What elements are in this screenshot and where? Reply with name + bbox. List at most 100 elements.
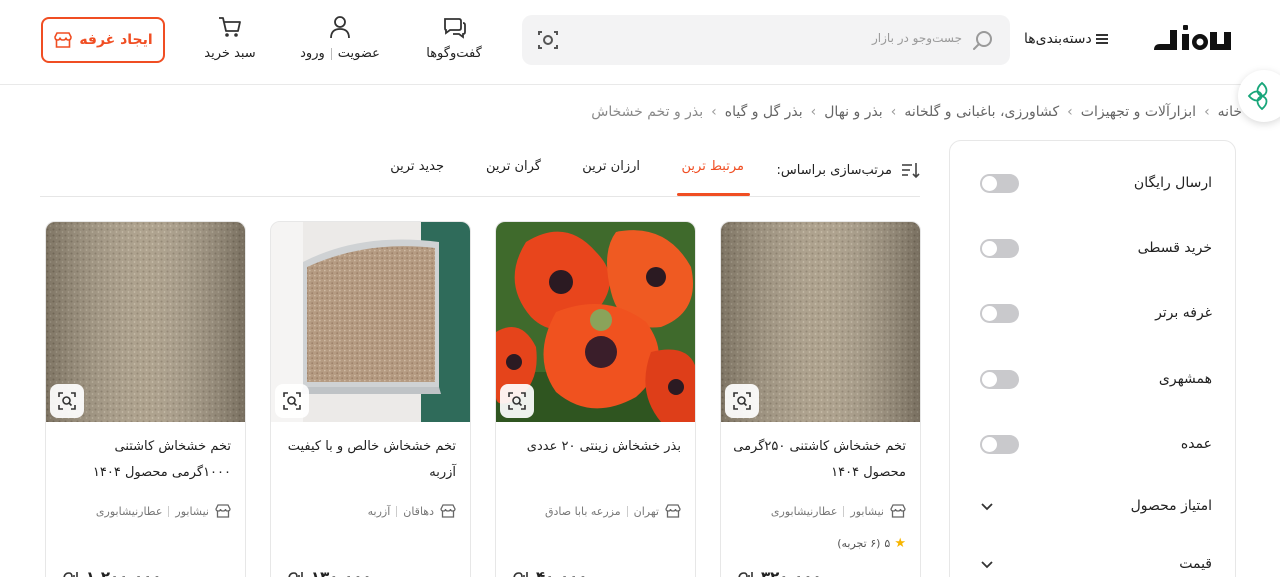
- sort-bar: مرتب‌سازی براساس: مرتبط ترین ارزان ترین …: [40, 147, 920, 197]
- shop-icon: [890, 504, 906, 518]
- product-shop: عطارنیشابوری: [95, 504, 163, 518]
- product-shop: مزرعه بابا صادق: [544, 504, 621, 518]
- shop-icon: [54, 32, 73, 48]
- header: دسته‌بندی‌ها جست‌وجو در بازار گفت‌وگوها …: [0, 0, 1280, 85]
- leaf-icon: [1247, 81, 1268, 111]
- divider: [396, 505, 398, 517]
- visual-search-button[interactable]: [725, 384, 759, 418]
- categories-label: دسته‌بندی‌ها: [1024, 31, 1092, 47]
- sort-icon: [902, 163, 920, 179]
- categories-button[interactable]: دسته‌بندی‌ها: [1024, 28, 1108, 50]
- toman-icon: [63, 572, 78, 577]
- installments-toggle[interactable]: [980, 238, 1019, 258]
- sort-most-expensive[interactable]: گران ترین: [486, 159, 541, 174]
- cart-button[interactable]: سبد خرید: [198, 14, 262, 61]
- shop-icon: [440, 504, 456, 518]
- sort-newest[interactable]: جدید ترین: [390, 159, 444, 174]
- signup-link[interactable]: عضویت: [338, 46, 380, 61]
- top-booth-toggle[interactable]: [980, 303, 1019, 323]
- filter-label: خرید قسطی: [1137, 240, 1212, 256]
- create-booth-button[interactable]: ایجاد غرفه: [41, 17, 165, 63]
- chevron-down-icon: [981, 561, 993, 569]
- image-search-icon: [733, 392, 751, 410]
- filter-label: عمده: [1180, 436, 1212, 452]
- chat-icon: [444, 18, 466, 39]
- product-rating: ★ ۵ (۶ تجربه): [837, 536, 906, 551]
- visual-search-button[interactable]: [50, 384, 84, 418]
- search-icon: [973, 31, 992, 50]
- product-seller[interactable]: تهران مزرعه بابا صادق: [545, 504, 681, 518]
- chevron-left-icon: ›: [1204, 104, 1210, 120]
- product-title[interactable]: تخم خشخاش کاشتنی ۱۰۰۰گرمی محصول ۱۴۰۴: [57, 434, 231, 486]
- breadcrumb-item[interactable]: کشاورزی، باغبانی و گلخانه: [904, 104, 1059, 120]
- visual-search-button[interactable]: [275, 384, 309, 418]
- divider: [168, 505, 170, 517]
- price-value: ۱۳۰،۰۰۰: [311, 568, 372, 577]
- product-card[interactable]: تخم خشخاش کاشتنی ۱۰۰۰گرمی محصول ۱۴۰۴ نیش…: [45, 221, 246, 577]
- divider: [626, 505, 628, 517]
- visual-search-button[interactable]: [500, 384, 534, 418]
- filter-installments[interactable]: خرید قسطی: [980, 236, 1212, 260]
- product-title[interactable]: بذر خشخاش زینتی ۲۰ عددی: [507, 434, 681, 460]
- breadcrumb-item[interactable]: بذر گل و گیاه: [725, 104, 803, 120]
- filter-label: غرفه برتر: [1155, 305, 1212, 321]
- product-title[interactable]: تخم خشخاش خالص و با کیفیت آزربه: [282, 434, 456, 486]
- product-title[interactable]: تخم خشخاش کاشتنی ۲۵۰گرمی محصول ۱۴۰۴: [732, 434, 906, 486]
- breadcrumb-home[interactable]: خانه: [1218, 104, 1242, 120]
- active-sort-indicator: [677, 193, 750, 196]
- filter-same-city[interactable]: همشهری: [980, 367, 1212, 391]
- filter-product-rating[interactable]: امتیاز محصول: [980, 494, 1212, 518]
- chevron-left-icon: ›: [890, 104, 897, 120]
- product-shop: آزربه: [367, 504, 391, 518]
- product-city: دهاقان: [403, 504, 434, 518]
- create-booth-label: ایجاد غرفه: [79, 32, 153, 48]
- assistant-button[interactable]: [1238, 70, 1280, 122]
- filter-price[interactable]: قیمت: [980, 552, 1212, 576]
- image-search-icon: [58, 392, 76, 410]
- sort-cheapest[interactable]: ارزان ترین: [582, 159, 640, 174]
- basalam-logo[interactable]: [1150, 20, 1238, 60]
- wholesale-toggle[interactable]: [980, 434, 1019, 454]
- price-value: ۴۰،۰۰۰: [536, 568, 588, 577]
- image-search-icon[interactable]: [536, 29, 560, 51]
- review-count: (۶ تجربه): [837, 537, 881, 550]
- sort-label-text: مرتب‌سازی براساس:: [776, 162, 892, 178]
- filter-wholesale[interactable]: عمده: [980, 432, 1212, 456]
- filter-label: ارسال رایگان: [1133, 175, 1212, 191]
- breadcrumb-item[interactable]: بذر و نهال: [824, 104, 882, 120]
- user-icon: [330, 16, 350, 39]
- sort-label: مرتب‌سازی براساس:: [777, 161, 920, 179]
- chats-label: گفت‌وگوها: [426, 46, 482, 61]
- product-price: ۴۰،۰۰۰: [512, 568, 587, 577]
- product-seller[interactable]: دهاقان آزربه: [368, 504, 456, 518]
- breadcrumb-item[interactable]: ابزارآلات و تجهیزات: [1081, 104, 1196, 120]
- image-search-icon: [508, 392, 526, 410]
- filter-label: همشهری: [1158, 371, 1212, 387]
- product-card[interactable]: تخم خشخاش خالص و با کیفیت آزربه دهاقان آ…: [270, 221, 471, 577]
- cart-label: سبد خرید: [204, 46, 256, 61]
- cart-icon: [219, 17, 241, 37]
- product-card[interactable]: تخم خشخاش کاشتنی ۲۵۰گرمی محصول ۱۴۰۴ نیشا…: [720, 221, 921, 577]
- account-menu[interactable]: عضویت ورود: [294, 14, 386, 61]
- free-shipping-toggle[interactable]: [980, 173, 1019, 193]
- toman-icon: [513, 572, 528, 577]
- shop-icon: [215, 504, 231, 518]
- image-search-icon: [283, 392, 301, 410]
- star-icon: ★: [894, 536, 906, 551]
- same-city-toggle[interactable]: [980, 369, 1019, 389]
- filter-free-shipping[interactable]: ارسال رایگان: [980, 171, 1212, 195]
- product-seller[interactable]: نیشابور عطارنیشابوری: [96, 504, 231, 518]
- filter-top-booth[interactable]: غرفه برتر: [980, 301, 1212, 325]
- chevron-left-icon: ›: [810, 104, 817, 120]
- product-card[interactable]: بذر خشخاش زینتی ۲۰ عددی تهران مزرعه بابا…: [495, 221, 696, 577]
- product-seller[interactable]: نیشابور عطارنیشابوری: [771, 504, 906, 518]
- product-shop: عطارنیشابوری: [770, 504, 838, 518]
- chevron-down-icon: [981, 503, 993, 511]
- filter-label: قیمت: [1179, 556, 1212, 572]
- login-link[interactable]: ورود: [300, 46, 325, 61]
- chats-button[interactable]: گفت‌وگوها: [418, 14, 490, 61]
- sort-relevant[interactable]: مرتبط ترین: [682, 159, 744, 174]
- product-city: تهران: [633, 504, 659, 518]
- menu-icon: [1095, 34, 1108, 44]
- search-bar[interactable]: جست‌وجو در بازار: [522, 15, 1010, 65]
